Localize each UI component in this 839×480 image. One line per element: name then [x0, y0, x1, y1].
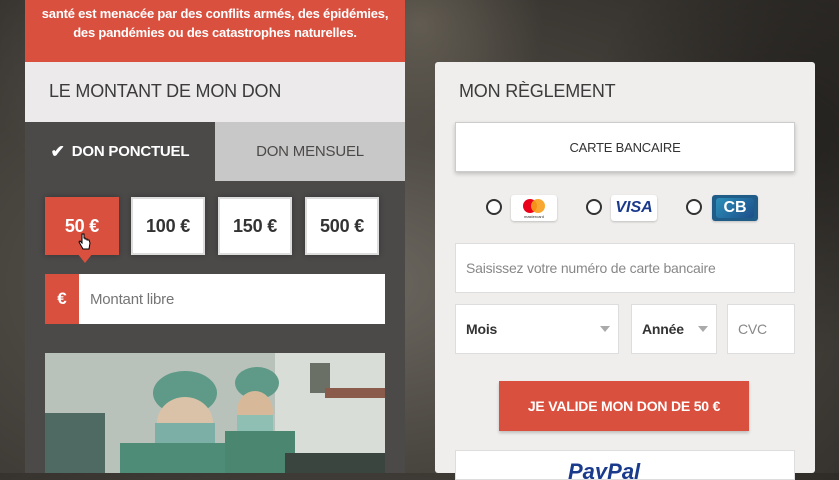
credit-card-button-label: CARTE BANCAIRE — [569, 139, 681, 155]
payment-section-title: MON RÈGLEMENT — [459, 81, 616, 101]
payment-panel: MON RÈGLEMENT CARTE BANCAIRE mastercard … — [435, 62, 815, 480]
free-amount-field: € — [45, 274, 385, 324]
hand-cursor-icon — [78, 233, 91, 250]
tab-monthly-label: DON MENSUEL — [256, 143, 364, 160]
mastercard-icon: mastercard — [523, 199, 545, 219]
expiry-month-select[interactable]: Mois — [455, 304, 619, 354]
amount-option-150[interactable]: 150 € — [218, 197, 292, 255]
amount-option-50[interactable]: 50 € — [45, 197, 119, 263]
visa-logo: VISA — [611, 195, 657, 221]
intro-banner: santé est menacée par des conflits armés… — [25, 0, 405, 62]
tab-one-time-donation[interactable]: ✔ DON PONCTUEL — [25, 122, 215, 181]
chevron-down-icon — [698, 326, 708, 332]
chevron-down-icon — [600, 326, 610, 332]
donation-amount-panel: santé est menacée par des conflits armés… — [25, 0, 405, 473]
credit-card-button[interactable]: CARTE BANCAIRE — [455, 122, 795, 172]
cvc-input[interactable]: CVC — [727, 304, 795, 354]
amount-option-100[interactable]: 100 € — [131, 197, 205, 255]
visa-radio[interactable] — [586, 199, 602, 215]
mastercard-logo-text: mastercard — [524, 214, 544, 219]
mastercard-logo: mastercard — [511, 195, 557, 221]
amount-option-label: 150 € — [232, 215, 278, 236]
tab-one-time-label: DON PONCTUEL — [71, 143, 190, 160]
card-type-selector: mastercard VISA CB — [483, 195, 783, 223]
validate-donation-button[interactable]: JE VALIDE MON DON DE 50 € — [499, 381, 749, 431]
surgeons-illustration — [45, 353, 385, 473]
cb-logo-text: CB — [716, 198, 754, 218]
paypal-logo-text: PayPal — [568, 459, 641, 480]
card-number-input[interactable]: Saisissez votre numéro de carte bancaire — [455, 243, 795, 293]
expiry-year-select[interactable]: Année — [631, 304, 717, 354]
expiry-month-value: Mois — [466, 321, 498, 337]
visa-logo-text: VISA — [615, 199, 653, 216]
banner-line-1: santé est menacée par des conflits armés… — [41, 6, 389, 21]
banner-line-2: des pandémies ou des catastrophes nature… — [73, 25, 357, 40]
amount-section-title: LE MONTANT DE MON DON — [49, 81, 282, 101]
expiry-year-value: Année — [642, 321, 684, 337]
cb-radio[interactable] — [686, 199, 702, 215]
euro-icon: € — [45, 274, 79, 324]
mastercard-radio[interactable] — [486, 199, 502, 215]
amount-section-header: LE MONTANT DE MON DON — [25, 62, 405, 122]
validate-donation-label: JE VALIDE MON DON DE 50 € — [527, 398, 721, 414]
amount-option-label: 100 € — [145, 215, 191, 236]
free-amount-input[interactable] — [79, 274, 385, 324]
amount-option-label: 500 € — [319, 215, 365, 236]
tab-monthly-donation[interactable]: DON MENSUEL — [215, 122, 405, 181]
cb-logo: CB — [712, 195, 758, 221]
paypal-button[interactable]: PayPal — [455, 450, 795, 480]
medical-team-photo — [45, 353, 385, 473]
amount-option-500[interactable]: 500 € — [305, 197, 379, 255]
checkmark-icon: ✔ — [50, 141, 65, 161]
